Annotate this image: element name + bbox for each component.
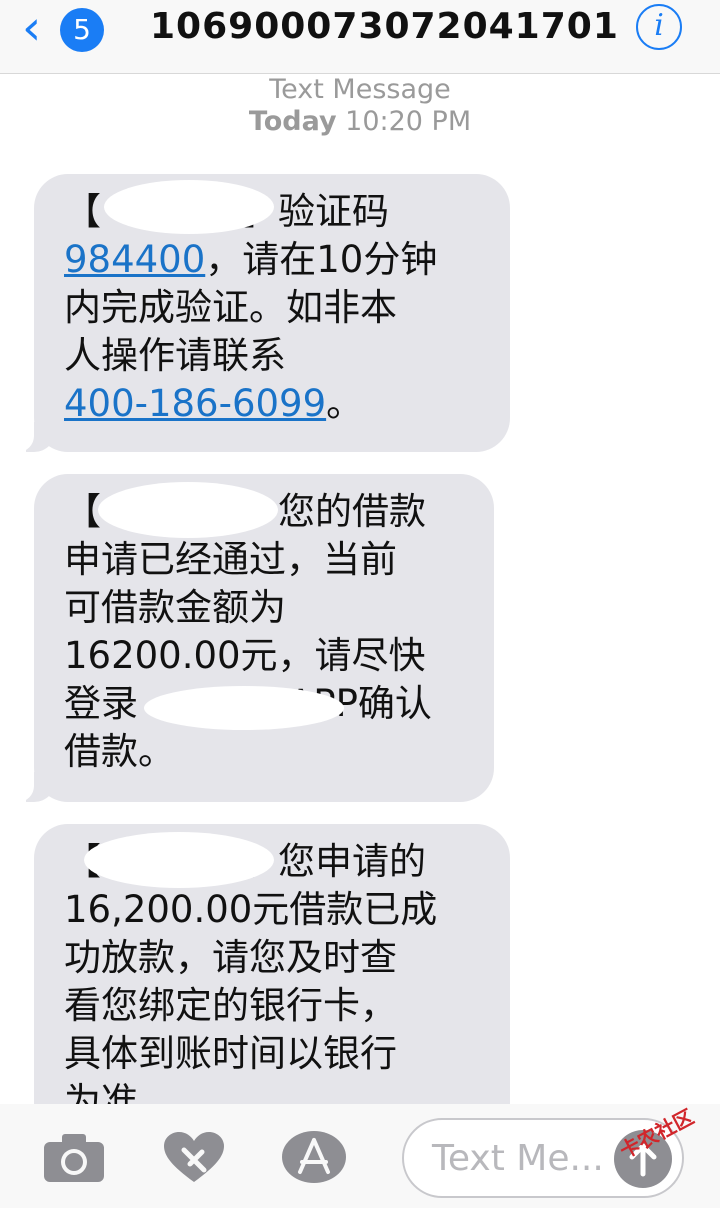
message-bubble[interactable]: 【】验证码 984400，请在10分钟 内完成验证。如非本 人操作请联系 400… bbox=[14, 174, 510, 452]
conversation-header: ‹ 5 106900073072041701 i bbox=[0, 0, 720, 74]
redaction-mark bbox=[98, 482, 278, 538]
bracket-open: 【 bbox=[64, 190, 101, 233]
redaction-mark bbox=[84, 832, 274, 888]
message-bubble[interactable]: 【】您的借款 申请已经通过，当前 可借款金额为 16200.00元，请尽快 登录… bbox=[14, 474, 494, 802]
contact-number[interactable]: 106900073072041701 bbox=[150, 4, 619, 50]
redaction-mark bbox=[104, 180, 274, 234]
camera-icon[interactable] bbox=[42, 1130, 106, 1184]
message-type-label: Text Message bbox=[269, 74, 451, 105]
message-bubble[interactable]: 【】您申请的 16,200.00元借款已成 功放款，请您及时查 看您绑定的银行卡… bbox=[34, 824, 510, 1114]
message-meta: Text Message Today 10:20 PM bbox=[0, 74, 720, 138]
message-input-placeholder: Text Me... bbox=[432, 1138, 604, 1179]
compose-toolbar: Text Me... bbox=[0, 1104, 720, 1208]
redaction-mark bbox=[144, 686, 344, 730]
bubble-tail bbox=[14, 422, 56, 452]
back-button[interactable]: ‹ 5 bbox=[22, 4, 112, 54]
message-timestamp: Today 10:20 PM bbox=[0, 106, 720, 138]
bubble-tail bbox=[14, 772, 56, 802]
bracket-open: 【 bbox=[64, 490, 101, 533]
info-icon[interactable]: i bbox=[636, 4, 682, 50]
timestamp-time: 10:20 PM bbox=[345, 106, 472, 137]
unread-count-badge: 5 bbox=[60, 8, 104, 52]
verification-code-link[interactable]: 984400 bbox=[64, 238, 205, 281]
message-text: 【】您的借款 申请已经通过，当前 可借款金额为 16200.00元，请尽快 登录… bbox=[64, 488, 464, 776]
app-store-icon[interactable] bbox=[282, 1130, 346, 1184]
phone-number-link[interactable]: 400-186-6099 bbox=[64, 382, 326, 425]
message-part: 。 bbox=[326, 382, 364, 425]
timestamp-day: Today bbox=[248, 106, 337, 137]
chevron-left-icon: ‹ bbox=[22, 0, 42, 56]
digital-touch-heart-icon[interactable] bbox=[162, 1130, 226, 1184]
